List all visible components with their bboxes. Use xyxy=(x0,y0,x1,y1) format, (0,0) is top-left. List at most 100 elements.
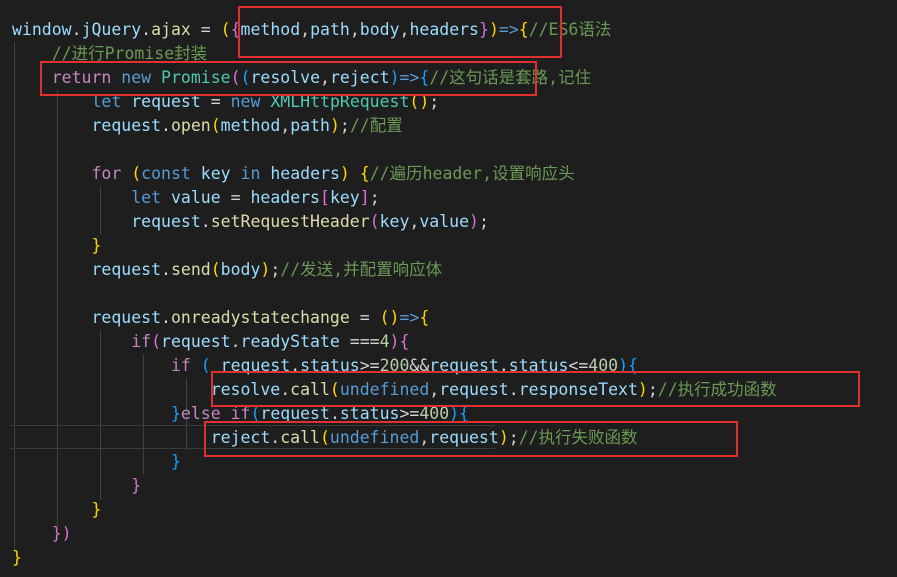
code-token: //遍历header,设置响应头 xyxy=(369,164,575,183)
code-token: for xyxy=(91,164,122,183)
code-token: window xyxy=(12,20,72,39)
code-token: send xyxy=(170,260,211,279)
code-line[interactable]: request.onreadystatechange = ()=>{ xyxy=(12,306,429,330)
code-line[interactable]: request.open(method,path);//配置 xyxy=(12,114,403,138)
code-token: if xyxy=(131,332,152,351)
code-token: open xyxy=(170,116,211,135)
code-line[interactable]: } xyxy=(12,234,101,258)
code-line[interactable]: } xyxy=(12,498,101,522)
code-token: ( xyxy=(220,20,231,39)
code-token: headers xyxy=(270,164,340,183)
code-token: request xyxy=(91,116,162,135)
code-token: = xyxy=(349,308,380,327)
code-token: , xyxy=(280,116,291,135)
code-token: } xyxy=(170,404,181,423)
code-token: key xyxy=(200,164,231,183)
code-token: headers xyxy=(250,188,320,207)
code-token: key xyxy=(379,212,410,231)
code-line[interactable]: let value = headers[key]; xyxy=(12,186,380,210)
code-token: request xyxy=(131,212,201,231)
code-token: ] xyxy=(359,188,370,207)
code-token: //配置 xyxy=(349,116,403,135)
code-token: value xyxy=(170,188,221,207)
code-token: } xyxy=(12,548,22,567)
code-token: } xyxy=(131,476,142,495)
code-token: ( xyxy=(200,356,211,375)
code-token: = xyxy=(190,20,221,39)
code-line[interactable]: for (const key in headers) {//遍历header,设… xyxy=(12,162,575,186)
code-token: request xyxy=(161,332,231,351)
code-token: { xyxy=(399,332,410,351)
code-token: ; xyxy=(478,212,489,231)
code-token: . xyxy=(230,332,241,351)
code-token: request xyxy=(91,308,162,327)
code-line[interactable] xyxy=(12,138,22,162)
code-token: } xyxy=(91,236,102,255)
code-token: method xyxy=(220,116,281,135)
code-token: //发送,并配置响应体 xyxy=(280,260,443,279)
code-token: ( xyxy=(151,332,162,351)
code-line[interactable]: }) xyxy=(12,522,72,546)
code-token: { xyxy=(419,308,430,327)
code-token: readyState xyxy=(240,332,340,351)
code-token: body xyxy=(220,260,261,279)
annotation-box-promise xyxy=(40,61,537,96)
code-token: ( xyxy=(379,308,390,327)
code-token: ) xyxy=(389,332,400,351)
code-editor[interactable]: window.jQuery.ajax = ({method,path,body,… xyxy=(0,0,897,577)
code-token: request xyxy=(91,260,162,279)
code-token: }) xyxy=(51,524,72,543)
code-token: in xyxy=(240,164,261,183)
code-token: ; xyxy=(270,260,281,279)
code-line[interactable]: } xyxy=(12,546,22,570)
code-token: ( xyxy=(131,164,142,183)
code-token: . xyxy=(141,20,152,39)
code-token: . xyxy=(161,116,171,135)
code-token: onreadystatechange xyxy=(170,308,350,327)
code-token: if xyxy=(170,356,191,375)
code-line[interactable]: request.setRequestHeader(key,value); xyxy=(12,210,489,234)
code-token: { xyxy=(359,164,370,183)
code-line[interactable]: } xyxy=(12,450,181,474)
code-line[interactable]: if(request.readyState ===4){ xyxy=(12,330,409,354)
code-token: ( xyxy=(210,116,221,135)
code-token: ( xyxy=(210,260,221,279)
code-line[interactable]: request.send(body);//发送,并配置响应体 xyxy=(12,258,442,282)
code-token: ajax xyxy=(151,20,191,39)
code-token: ) xyxy=(329,116,340,135)
code-token: } xyxy=(170,452,181,471)
code-token: ( xyxy=(369,212,380,231)
code-token: . xyxy=(161,308,171,327)
code-token: => xyxy=(399,308,420,327)
code-line[interactable] xyxy=(12,282,22,306)
code-token: ) xyxy=(339,164,350,183)
code-token: ) xyxy=(389,308,400,327)
code-token: ) xyxy=(260,260,271,279)
annotation-box-resolve xyxy=(211,371,860,407)
code-line[interactable]: } xyxy=(12,474,141,498)
code-token: ; xyxy=(339,116,350,135)
code-token: ; xyxy=(369,188,380,207)
code-token: jQuery xyxy=(81,20,142,39)
code-token: . xyxy=(161,260,171,279)
